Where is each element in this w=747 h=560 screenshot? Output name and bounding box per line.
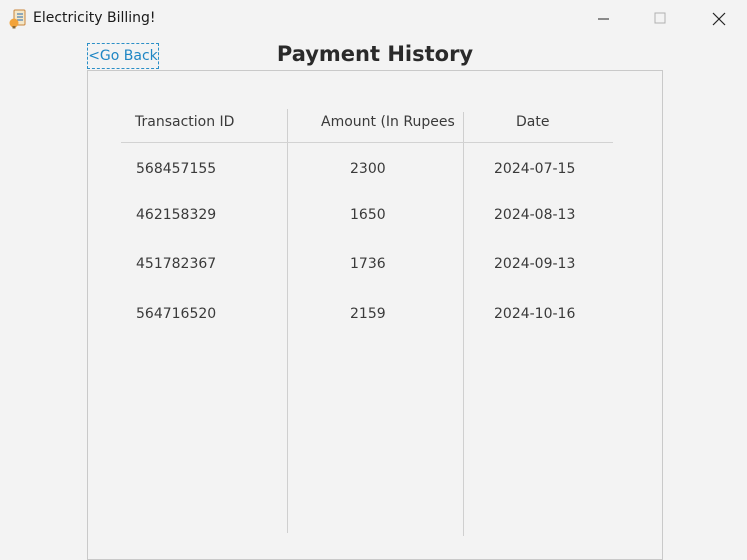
maximize-icon xyxy=(654,12,666,24)
app-window: Electricity Billing! <Go Back Payment Hi… xyxy=(0,0,747,560)
window-title: Electricity Billing! xyxy=(33,10,156,26)
cell-transaction-id: 564716520 xyxy=(136,306,217,322)
column-header-date: Date xyxy=(516,114,550,130)
title-bar: Electricity Billing! xyxy=(0,0,747,38)
cell-date: 2024-09-13 xyxy=(494,256,576,272)
cell-date: 2024-10-16 xyxy=(494,306,576,322)
maximize-button[interactable] xyxy=(636,0,682,38)
close-icon xyxy=(712,12,726,26)
column-header-amount: Amount (In Rupees xyxy=(321,114,455,130)
cell-amount: 1736 xyxy=(350,256,386,272)
column-divider xyxy=(287,109,288,533)
cell-amount: 1650 xyxy=(350,207,386,223)
cell-transaction-id: 568457155 xyxy=(136,161,217,177)
minimize-icon xyxy=(598,18,609,20)
header-separator xyxy=(121,142,613,143)
app-icon xyxy=(9,9,27,29)
minimize-button[interactable] xyxy=(580,0,626,38)
column-divider xyxy=(463,112,464,536)
column-header-transaction-id: Transaction ID xyxy=(135,114,235,130)
cell-date: 2024-08-13 xyxy=(494,207,576,223)
cell-date: 2024-07-15 xyxy=(494,161,576,177)
cell-transaction-id: 462158329 xyxy=(136,207,217,223)
cell-amount: 2159 xyxy=(350,306,386,322)
cell-amount: 2300 xyxy=(350,161,386,177)
go-back-link[interactable]: <Go Back xyxy=(87,43,159,69)
page-title: Payment History xyxy=(276,42,474,66)
cell-transaction-id: 451782367 xyxy=(136,256,217,272)
close-button[interactable] xyxy=(696,0,742,38)
